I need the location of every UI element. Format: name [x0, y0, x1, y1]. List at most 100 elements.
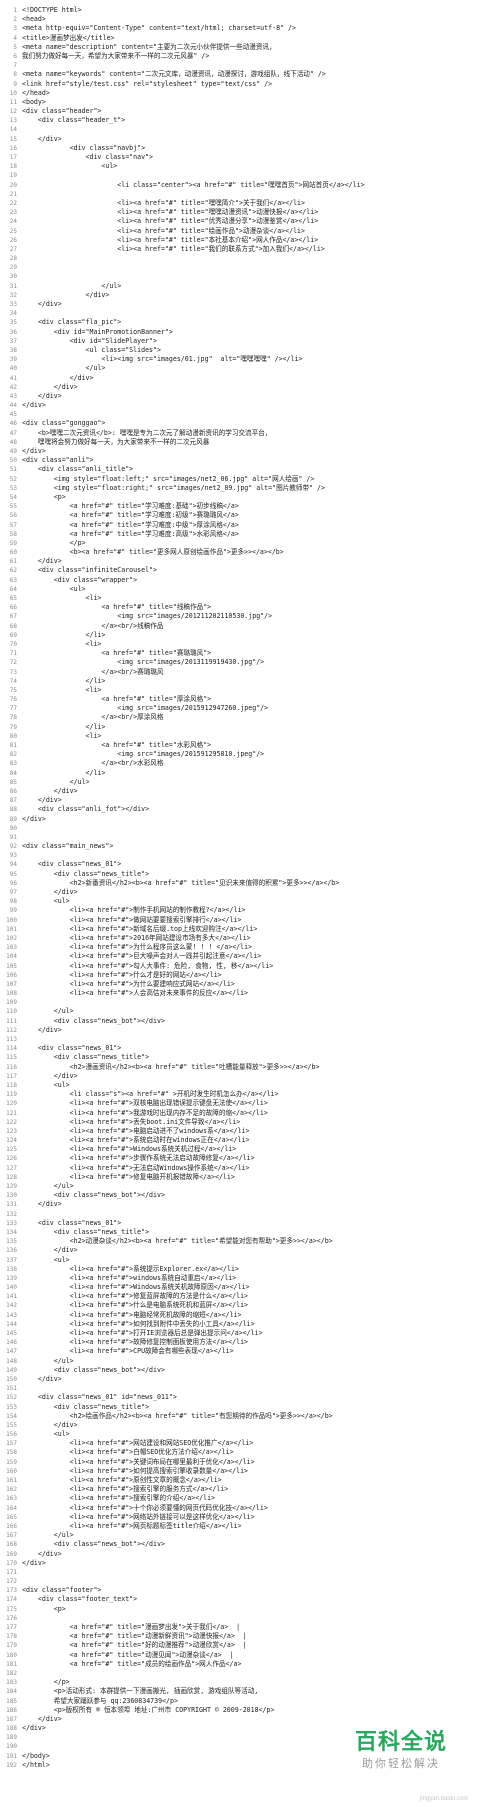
line-number: 99	[9, 907, 17, 915]
line-number: 23	[9, 209, 17, 217]
code-line: 167 </ul>	[0, 1531, 500, 1540]
code-line: 177 <a href="#" title="漫画梦出发">关于我们</a> |	[0, 1623, 500, 1632]
code-line: 25 <li><a href="#" title="绘画作品">动漫杂谈</a>…	[0, 227, 500, 236]
code-text: </ul>	[22, 777, 90, 786]
line-number: 45	[9, 411, 17, 419]
code-line: 43 </div>	[0, 392, 500, 401]
line-number: 94	[9, 861, 17, 869]
code-line: 148 </ul>	[0, 1357, 500, 1366]
line-number: 8	[13, 71, 17, 79]
code-line: 75 <li>	[0, 686, 500, 695]
code-line: 54 <p>	[0, 493, 500, 502]
line-number: 182	[6, 1669, 17, 1677]
line-number: 105	[6, 962, 17, 970]
code-editor[interactable]: 1 <!DOCTYPE html> 2 <head> 3 <meta http-equiv…	[0, 6, 500, 1770]
code-line: 137 <ul>	[0, 1256, 500, 1265]
line-number: 76	[9, 696, 17, 704]
code-text: <div id="MainPromotionBanner">	[22, 327, 173, 336]
code-text: <div class="footer">	[22, 1586, 102, 1595]
code-line: 171	[0, 1568, 500, 1577]
code-line: 53 <img style="float:right;" src="images…	[0, 484, 500, 493]
line-number: 158	[6, 1449, 17, 1457]
code-line: 16 <div class="navbj">	[0, 144, 500, 153]
code-text: <p>版权所有 ® 恒本领埠 地址:广州市 COPYRIGHT © 2009-2…	[22, 1705, 275, 1714]
line-number: 96	[9, 879, 17, 887]
line-number: 131	[6, 1201, 17, 1209]
line-number: 186	[6, 1706, 17, 1714]
code-line: 27 <li><a href="#" title="我们的联系方式">加入我们<…	[0, 245, 500, 254]
code-text: </div>	[22, 1374, 62, 1383]
code-text: <div class="news_bot"></div>	[22, 1365, 165, 1374]
line-number: 49	[9, 448, 17, 455]
code-line: 122 <li><a href="#">丢失boot.ini文件导致</a></…	[0, 1118, 500, 1127]
code-line: 133 <div class="news_01">	[0, 1219, 500, 1228]
line-number: 65	[9, 595, 17, 602]
code-text: <div class="news_title">	[22, 869, 150, 878]
code-line: 124 <li><a href="#">系统启动时在windows正在</a><…	[0, 1136, 500, 1145]
code-text: <h2>动漫杂谈</h2><b><a href="#" title="希望能对您…	[22, 1237, 333, 1246]
code-text: <div class="gonggao">	[22, 419, 106, 428]
code-text: <img style="float:right;" src="images/ne…	[22, 483, 325, 492]
line-number: 91	[9, 833, 17, 841]
line-number: 165	[6, 1513, 17, 1521]
code-text: <img src="images/201591295810.jpeg"/>	[22, 750, 265, 759]
code-text: </div>	[22, 290, 110, 299]
line-number: 17	[9, 154, 17, 161]
code-text: 嘿嘿将会努力做好每一天，为大家带来不一样的二次元风暴	[22, 437, 210, 446]
line-number: 39	[9, 356, 17, 364]
code-text: <ul>	[22, 1430, 70, 1439]
code-line: 127 <li><a href="#">无法启动Windows操作系统</a><…	[0, 1164, 500, 1173]
code-line: 59 </p>	[0, 539, 500, 548]
line-number: 144	[6, 1320, 17, 1328]
line-number: 162	[6, 1486, 17, 1494]
line-number: 103	[6, 944, 17, 952]
line-number: 159	[6, 1458, 17, 1466]
line-number: 34	[9, 310, 17, 318]
code-text: <!DOCTYPE html>	[22, 6, 82, 14]
code-text: <div class="news_01">	[22, 1218, 122, 1227]
line-number: 72	[9, 659, 17, 667]
line-number: 164	[6, 1504, 17, 1512]
line-number: 175	[6, 1605, 17, 1613]
line-number: 183	[6, 1679, 17, 1687]
line-number: 63	[9, 576, 17, 584]
code-text: <img src="images/2013119919430.jpg"/>	[22, 658, 265, 667]
line-number: 24	[9, 218, 17, 226]
line-number: 109	[6, 999, 17, 1007]
line-number: 53	[9, 484, 17, 492]
code-line: 159 <li><a href="#">关键词布局在哪里最利于优化</a></l…	[0, 1458, 500, 1467]
code-text: <li><a href="#">原创性文章的概念</a></li>	[22, 1476, 222, 1484]
code-line: 67 <img src="images/201211202110530.jpg"…	[0, 612, 500, 621]
line-number: 160	[6, 1467, 17, 1475]
code-line: 2 <head>	[0, 15, 500, 24]
line-number: 134	[6, 1228, 17, 1236]
code-text: </div>	[22, 796, 62, 805]
code-text: </head>	[22, 88, 50, 97]
code-line: 86 </div>	[0, 787, 500, 796]
code-text: <li><a href="#">系统提示Explorer.ex</a></li>	[22, 1264, 239, 1273]
code-text: </div>	[22, 300, 62, 308]
code-text: <li><a href="#">电脑经常死机故障的缩短</a></li>	[22, 1310, 242, 1319]
line-number: 187	[6, 1715, 17, 1723]
code-line: 45	[0, 410, 500, 419]
code-text: </div>	[22, 382, 78, 391]
code-line: 94 <div class="news_01">	[0, 860, 500, 869]
line-number: 127	[6, 1164, 17, 1172]
line-number: 177	[6, 1624, 17, 1631]
code-line: 13 <div class="header_t">	[0, 116, 500, 125]
code-line: 89 </div>	[0, 815, 500, 824]
code-line: 155 </div>	[0, 1421, 500, 1430]
code-line: 21	[0, 190, 500, 199]
line-number: 152	[6, 1394, 17, 1402]
code-text: <div class="news_title">	[22, 1402, 150, 1411]
line-number: 2	[13, 16, 17, 24]
code-text: <body>	[22, 97, 46, 106]
line-number: 104	[6, 953, 17, 961]
code-text: </html>	[22, 1760, 50, 1769]
code-line: 162 <li><a href="#">搜索引擎的服务方式</a></li>	[0, 1485, 500, 1494]
code-line: 87 </div>	[0, 796, 500, 805]
line-number: 79	[9, 723, 17, 731]
code-line: 109	[0, 998, 500, 1007]
line-number: 125	[6, 1146, 17, 1154]
code-line: 14	[0, 125, 500, 134]
